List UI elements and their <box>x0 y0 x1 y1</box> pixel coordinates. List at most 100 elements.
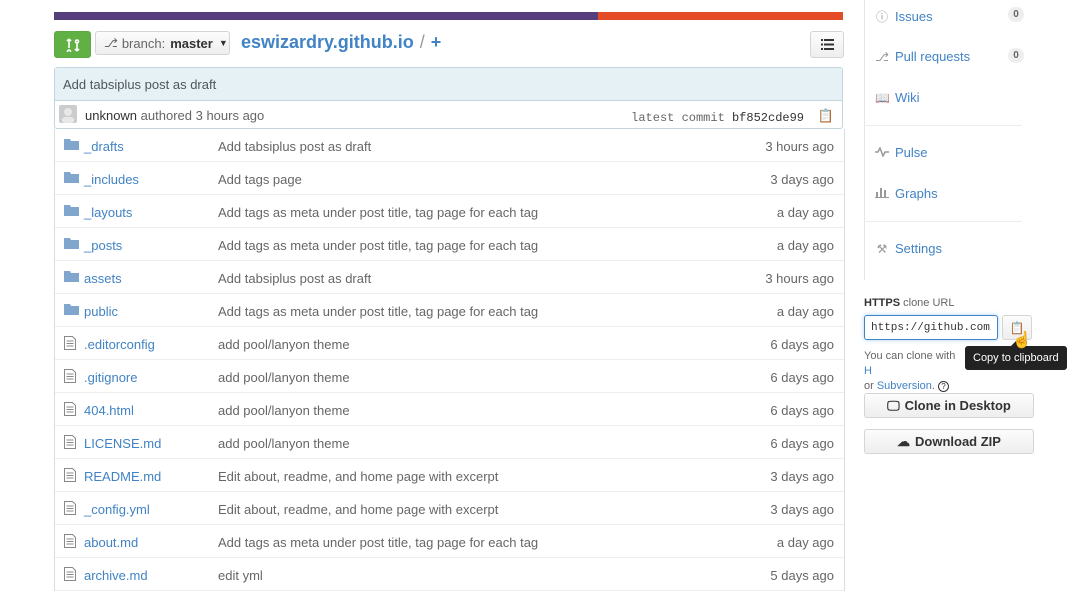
table-row[interactable]: _includes Add tags page 3 days ago <box>55 162 844 195</box>
compare-icon <box>65 37 80 52</box>
file-age: 6 days ago <box>770 403 834 418</box>
file-commit-message[interactable]: Add tabsiplus post as draft <box>218 271 371 286</box>
file-icon <box>64 402 80 416</box>
sidebar-item-pull-requests[interactable]: ⎇ Pull requests <box>875 49 970 64</box>
file-name-link[interactable]: LICENSE.md <box>84 436 161 451</box>
file-name-link[interactable]: _posts <box>84 238 122 253</box>
branch-selector[interactable]: ⎇ branch: master ▼ <box>95 31 230 55</box>
commit-author[interactable]: unknown <box>85 108 137 123</box>
sidebar-separator <box>864 221 1022 222</box>
folder-icon <box>64 237 80 251</box>
table-row[interactable]: public Add tags as meta under post title,… <box>55 294 844 327</box>
latest-commit-box: Add tabsiplus post as draft unknown auth… <box>54 67 843 129</box>
folder-icon <box>64 138 80 152</box>
table-row[interactable]: README.md Edit about, readme, and home pa… <box>55 459 844 492</box>
cloud-download-icon: ☁ <box>897 433 911 449</box>
file-name-link[interactable]: .gitignore <box>84 370 137 385</box>
clone-url-heading: HTTPS clone URL <box>864 297 954 309</box>
commit-sha[interactable]: bf852cde99 <box>732 111 804 125</box>
branch-value: master <box>170 35 213 51</box>
file-name-link[interactable]: archive.md <box>84 568 148 583</box>
clone-protocol[interactable]: HTTPS <box>864 297 900 309</box>
language-segment <box>54 12 599 20</box>
download-zip-button[interactable]: ☁ Download ZIP <box>864 429 1034 454</box>
file-name-link[interactable]: _includes <box>84 172 139 187</box>
sidebar-item-issues[interactable]: ⓘ Issues <box>875 8 933 25</box>
commit-message[interactable]: Add tabsiplus post as draft <box>55 68 842 101</box>
table-row[interactable]: .gitignore add pool/lanyon theme 6 days ag… <box>55 360 844 393</box>
file-name-link[interactable]: README.md <box>84 469 161 484</box>
table-row[interactable]: _layouts Add tags as meta under post titl… <box>55 195 844 228</box>
file-age: 6 days ago <box>770 337 834 352</box>
clone-in-desktop-button[interactable]: 🖵 Clone in Desktop <box>864 393 1034 418</box>
table-row[interactable]: .editorconfig add pool/lanyon theme 6 days… <box>55 327 844 360</box>
file-icon <box>64 501 80 515</box>
repo-name-link[interactable]: eswizardry.github.io <box>241 32 414 52</box>
file-age: a day ago <box>776 205 834 220</box>
file-list-toggle-button[interactable] <box>810 31 844 58</box>
file-commit-message[interactable]: add pool/lanyon theme <box>218 403 350 418</box>
sidebar-item-settings[interactable]: ⚒ Settings <box>875 241 942 256</box>
compare-button[interactable] <box>54 31 91 58</box>
file-name-link[interactable]: .editorconfig <box>84 337 155 352</box>
clone-subversion-link[interactable]: Subversion <box>877 380 932 392</box>
pull-requests-counter: 0 <box>1008 48 1024 63</box>
file-commit-message[interactable]: Add tags as meta under post title, tag p… <box>218 238 538 253</box>
file-commit-message[interactable]: Add tags page <box>218 172 302 187</box>
file-age: a day ago <box>776 304 834 319</box>
latest-commit-text: latest commit <box>631 111 725 125</box>
file-name-link[interactable]: public <box>84 304 118 319</box>
table-row[interactable]: 404.html add pool/lanyon theme 6 days ago <box>55 393 844 426</box>
table-row[interactable]: _posts Add tags as meta under post title,… <box>55 228 844 261</box>
sidebar-item-label: Wiki <box>895 90 920 105</box>
clone-help-link[interactable]: H <box>864 365 872 377</box>
file-name-link[interactable]: assets <box>84 271 122 286</box>
file-name-link[interactable]: _layouts <box>84 205 132 220</box>
file-icon <box>64 435 80 449</box>
pulse-icon <box>875 145 889 160</box>
file-icon <box>64 336 80 350</box>
file-name-link[interactable]: 404.html <box>84 403 134 418</box>
question-icon[interactable]: ? <box>938 381 950 392</box>
new-file-link[interactable]: + <box>431 32 442 52</box>
table-row[interactable]: archive.md edit yml 5 days ago <box>55 558 844 591</box>
commit-meta: unknown authored 3 hours ago latest comm… <box>55 101 842 128</box>
sidebar-item-graphs[interactable]: Graphs <box>875 186 938 201</box>
sidebar-separator <box>864 125 1022 126</box>
sidebar-item-pulse[interactable]: Pulse <box>875 145 928 160</box>
clone-url-input[interactable] <box>864 315 998 340</box>
latest-commit-label: latest commit bf852cde99 <box>631 111 804 125</box>
sidebar-item-label: Pulse <box>895 145 928 160</box>
download-zip-label: Download ZIP <box>915 434 1001 449</box>
file-commit-message[interactable]: add pool/lanyon theme <box>218 370 350 385</box>
table-row[interactable]: _config.yml Edit about, readme, and home … <box>55 492 844 525</box>
clone-help-or: or <box>864 380 874 392</box>
sidebar-item-label: Issues <box>895 9 933 24</box>
file-name-link[interactable]: about.md <box>84 535 138 550</box>
file-commit-message[interactable]: Add tabsiplus post as draft <box>218 139 371 154</box>
clipboard-icon[interactable]: 📋 <box>818 108 834 124</box>
file-commit-message[interactable]: Edit about, readme, and home page with e… <box>218 502 498 517</box>
file-age: 5 days ago <box>770 568 834 583</box>
table-row[interactable]: LICENSE.md add pool/lanyon theme 6 days ag… <box>55 426 844 459</box>
clone-heading-suffix: clone URL <box>903 297 955 309</box>
language-bar <box>54 12 843 20</box>
sidebar-item-wiki[interactable]: 📖 Wiki <box>875 90 920 105</box>
list-icon <box>820 39 834 50</box>
file-name-link[interactable]: _config.yml <box>84 502 150 517</box>
file-commit-message[interactable]: Add tags as meta under post title, tag p… <box>218 205 538 220</box>
table-row[interactable]: about.md Add tags as meta under post titl… <box>55 525 844 558</box>
issues-counter: 0 <box>1008 7 1024 22</box>
table-row[interactable]: _drafts Add tabsiplus post as draft 3 hour… <box>55 129 844 162</box>
file-commit-message[interactable]: Add tags as meta under post title, tag p… <box>218 535 538 550</box>
table-row[interactable]: assets Add tabsiplus post as draft 3 hours… <box>55 261 844 294</box>
file-commit-message[interactable]: Add tags as meta under post title, tag p… <box>218 304 538 319</box>
file-commit-message[interactable]: add pool/lanyon theme <box>218 337 350 352</box>
breadcrumb: eswizardry.github.io / + <box>241 32 441 53</box>
avatar <box>59 105 77 123</box>
file-commit-message[interactable]: add pool/lanyon theme <box>218 436 350 451</box>
file-name-link[interactable]: _drafts <box>84 139 124 154</box>
file-commit-message[interactable]: Edit about, readme, and home page with e… <box>218 469 498 484</box>
file-commit-message[interactable]: edit yml <box>218 568 263 583</box>
file-icon <box>64 369 80 383</box>
